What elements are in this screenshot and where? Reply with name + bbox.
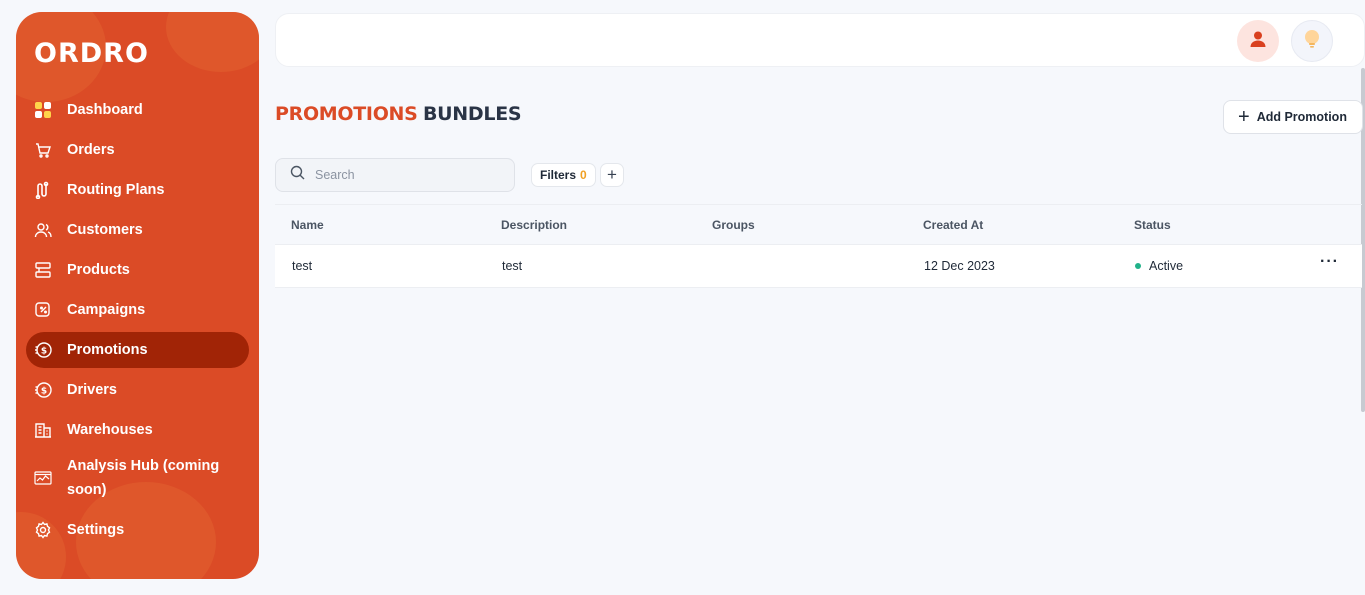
sidebar-item-customers[interactable]: Customers xyxy=(26,212,249,248)
sidebar-item-analysis-hub[interactable]: Analysis Hub (coming soon) xyxy=(26,452,249,504)
lightbulb-icon xyxy=(1303,29,1321,54)
user-menu-button[interactable] xyxy=(1237,20,1279,62)
gear-icon xyxy=(34,521,52,539)
sidebar-item-label: Promotions xyxy=(67,342,148,358)
sidebar-item-label: Analysis Hub (coming soon) xyxy=(67,458,220,498)
coin-icon: $ xyxy=(34,341,52,359)
add-promotion-label: Add Promotion xyxy=(1256,110,1347,124)
cell-description: test xyxy=(502,259,523,273)
promotions-table: Name Description Groups Created At Statu… xyxy=(275,204,1362,288)
app-logo[interactable]: ORDRO xyxy=(34,38,149,69)
sidebar-item-label: Orders xyxy=(67,142,115,158)
column-header-description[interactable]: Description xyxy=(485,218,696,232)
filters-button[interactable]: Filters 0 xyxy=(531,163,596,187)
route-icon xyxy=(34,181,52,199)
sidebar-item-label: Settings xyxy=(67,522,125,538)
chart-icon xyxy=(34,469,52,487)
status-badge: Active xyxy=(1149,259,1184,273)
more-horizontal-icon: ··· xyxy=(1320,253,1339,270)
table-row[interactable]: test test 12 Dec 2023 Active ··· xyxy=(275,245,1362,288)
search-box xyxy=(275,158,515,192)
sidebar-item-label: Customers xyxy=(67,222,143,238)
cell-created-at: 12 Dec 2023 xyxy=(924,259,995,273)
tab-promotions[interactable]: PROMOTIONS xyxy=(275,103,418,125)
column-header-created-at[interactable]: Created At xyxy=(907,218,1118,232)
column-header-groups[interactable]: Groups xyxy=(696,218,907,232)
cell-name: test xyxy=(292,259,313,273)
search-input[interactable] xyxy=(315,168,505,182)
plus-icon: + xyxy=(607,165,617,184)
add-filter-button[interactable]: + xyxy=(600,163,624,187)
sidebar-nav: Dashboard Orders Routing Plans Customers… xyxy=(26,92,249,552)
top-bar xyxy=(275,13,1365,67)
theme-toggle-button[interactable] xyxy=(1291,20,1333,62)
search-icon xyxy=(290,165,305,185)
sidebar-item-routing-plans[interactable]: Routing Plans xyxy=(26,172,249,208)
sidebar-item-label: Products xyxy=(67,262,130,278)
sidebar-item-dashboard[interactable]: Dashboard xyxy=(26,92,249,128)
sidebar-item-label: Routing Plans xyxy=(67,182,165,198)
sidebar-item-settings[interactable]: Settings xyxy=(26,512,249,548)
sidebar: ORDRO Dashboard Orders Routing Plans Cus… xyxy=(16,12,259,579)
column-header-status[interactable]: Status xyxy=(1118,218,1318,232)
sidebar-item-label: Campaigns xyxy=(67,302,146,318)
cell-status: Active xyxy=(1118,259,1318,273)
campaign-icon xyxy=(34,301,52,319)
coin-icon: $ xyxy=(34,381,52,399)
building-icon xyxy=(34,421,52,439)
cart-icon xyxy=(34,141,52,159)
plus-icon: + xyxy=(1238,106,1250,128)
products-icon xyxy=(34,261,52,279)
tab-bundles[interactable]: BUNDLES xyxy=(423,103,522,125)
sidebar-item-label: Drivers xyxy=(67,382,117,398)
user-icon xyxy=(1249,30,1267,53)
row-more-actions-button[interactable]: ··· xyxy=(1320,254,1339,270)
sidebar-item-orders[interactable]: Orders xyxy=(26,132,249,168)
sidebar-item-campaigns[interactable]: Campaigns xyxy=(26,292,249,328)
users-icon xyxy=(34,221,52,239)
dashboard-icon xyxy=(34,101,52,119)
sidebar-item-drivers[interactable]: $ Drivers xyxy=(26,372,249,408)
sidebar-item-label: Warehouses xyxy=(67,422,153,438)
status-dot-icon xyxy=(1135,263,1141,269)
sidebar-item-promotions[interactable]: $ Promotions xyxy=(26,332,249,368)
svg-text:$: $ xyxy=(41,387,47,397)
sidebar-item-label: Dashboard xyxy=(67,102,143,118)
sidebar-item-products[interactable]: Products xyxy=(26,252,249,288)
filters-count: 0 xyxy=(580,168,587,182)
add-promotion-button[interactable]: + Add Promotion xyxy=(1223,100,1363,134)
svg-text:$: $ xyxy=(41,347,47,357)
column-header-name[interactable]: Name xyxy=(275,218,485,232)
table-header: Name Description Groups Created At Statu… xyxy=(275,204,1362,245)
filters-label: Filters xyxy=(540,168,577,182)
sidebar-item-warehouses[interactable]: Warehouses xyxy=(26,412,249,448)
